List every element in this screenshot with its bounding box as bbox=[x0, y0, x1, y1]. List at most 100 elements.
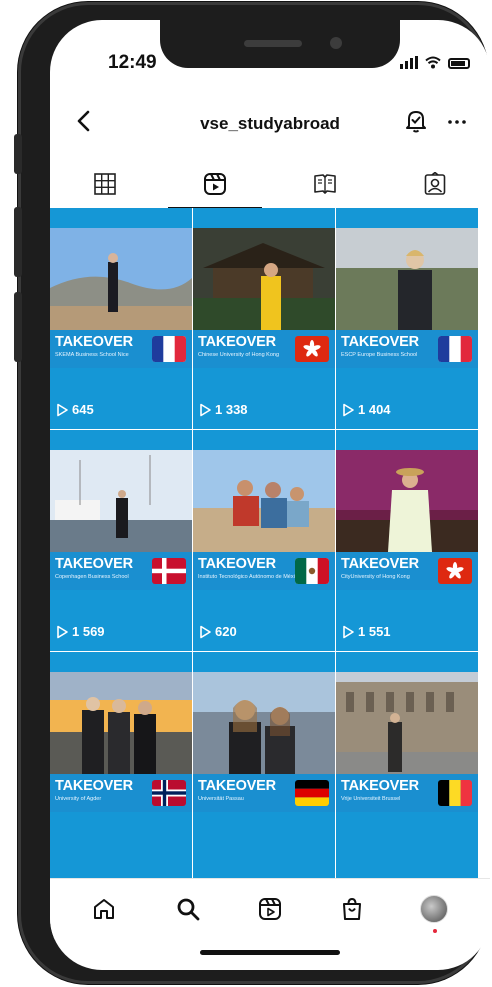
hongkong-flag-icon bbox=[438, 558, 472, 584]
takeover-banner: TAKEOVER SKEMA Business School Nice bbox=[50, 330, 192, 368]
status-icons bbox=[400, 56, 470, 69]
takeover-label: TAKEOVER bbox=[198, 778, 276, 794]
avatar bbox=[420, 895, 448, 923]
school-name: Instituto Tecnológico Autónomo de México bbox=[198, 574, 301, 580]
view-count-number: 1 338 bbox=[215, 402, 248, 417]
volume-up-button bbox=[14, 207, 22, 277]
tab-guides[interactable] bbox=[270, 160, 380, 208]
profile-header: vse_studyabroad bbox=[50, 108, 490, 144]
notification-bell-icon[interactable] bbox=[404, 108, 428, 134]
takeover-label: TAKEOVER bbox=[341, 334, 419, 350]
france-flag-icon bbox=[438, 336, 472, 362]
play-icon bbox=[200, 625, 211, 638]
play-icon bbox=[343, 625, 354, 638]
takeover-label: TAKEOVER bbox=[55, 778, 133, 794]
mute-switch bbox=[14, 134, 22, 174]
view-count-number: 645 bbox=[72, 402, 94, 417]
takeover-banner: TAKEOVER Universität Passau bbox=[193, 774, 335, 812]
profile-tabs bbox=[50, 160, 490, 208]
view-count: 1 569 bbox=[56, 624, 105, 639]
wifi-icon bbox=[425, 56, 441, 69]
reel-tile[interactable]: TAKEOVER Chinese University of Hong Kong 1… bbox=[193, 208, 335, 429]
view-count: 645 bbox=[56, 402, 94, 417]
reel-thumbnail-photo bbox=[50, 450, 192, 552]
play-icon bbox=[57, 625, 68, 638]
takeover-banner: TAKEOVER CityUniversity of Hong Kong bbox=[336, 552, 478, 590]
reel-tile[interactable]: TAKEOVER SKEMA Business School Nice 645 bbox=[50, 208, 192, 429]
school-name: Universität Passau bbox=[198, 796, 244, 802]
takeover-banner: TAKEOVER University of Agder bbox=[50, 774, 192, 812]
belgium-flag-icon bbox=[438, 780, 472, 806]
takeover-banner: TAKEOVER Vrije Universiteit Brussel bbox=[336, 774, 478, 812]
play-icon bbox=[343, 403, 354, 416]
view-count: 1 551 bbox=[342, 624, 391, 639]
search-icon bbox=[177, 898, 200, 921]
screen: 12:49 vse_studyabroad TAKEOVER SKEMA Bus… bbox=[50, 20, 490, 970]
denmark-flag-icon bbox=[152, 558, 186, 584]
takeover-banner: TAKEOVER Copenhagen Business School bbox=[50, 552, 192, 590]
germany-flag-icon bbox=[295, 780, 329, 806]
reel-tile[interactable]: TAKEOVER Vrije Universiteit Brussel bbox=[336, 652, 478, 878]
reel-tile[interactable]: TAKEOVER University of Agder bbox=[50, 652, 192, 878]
view-count-number: 1 404 bbox=[358, 402, 391, 417]
reel-tile[interactable]: TAKEOVER Instituto Tecnológico Autónomo d… bbox=[193, 430, 335, 651]
nav-profile[interactable] bbox=[416, 891, 452, 933]
view-count-number: 620 bbox=[215, 624, 237, 639]
france-flag-icon bbox=[152, 336, 186, 362]
mexico-flag-icon bbox=[295, 558, 329, 584]
reel-thumbnail-photo bbox=[193, 228, 335, 330]
reel-tile[interactable]: TAKEOVER Copenhagen Business School 1 569 bbox=[50, 430, 192, 651]
nav-reels[interactable] bbox=[252, 891, 288, 927]
nav-search[interactable] bbox=[170, 891, 206, 927]
reel-thumbnail-photo bbox=[193, 672, 335, 774]
view-count-number: 1 569 bbox=[72, 624, 105, 639]
reel-thumbnail-photo bbox=[50, 672, 192, 774]
view-count-number: 1 551 bbox=[358, 624, 391, 639]
reels-icon bbox=[204, 173, 226, 195]
reel-thumbnail-photo bbox=[50, 228, 192, 330]
front-camera bbox=[330, 37, 342, 49]
takeover-label: TAKEOVER bbox=[198, 556, 276, 572]
tab-grid[interactable] bbox=[50, 160, 160, 208]
notification-dot bbox=[433, 929, 437, 933]
reel-tile[interactable]: TAKEOVER CityUniversity of Hong Kong 1 551 bbox=[336, 430, 478, 651]
play-icon bbox=[200, 403, 211, 416]
home-indicator bbox=[200, 950, 340, 955]
reel-tile[interactable]: TAKEOVER ESCP Europe Business School 1 404 bbox=[336, 208, 478, 429]
status-time: 12:49 bbox=[108, 52, 157, 73]
volume-down-button bbox=[14, 292, 22, 362]
hongkong-flag-icon bbox=[295, 336, 329, 362]
tab-tagged[interactable] bbox=[380, 160, 490, 208]
reels-icon bbox=[259, 898, 281, 920]
bottom-navigation bbox=[50, 878, 490, 940]
reel-tile[interactable]: TAKEOVER Universität Passau bbox=[193, 652, 335, 878]
school-name: Copenhagen Business School bbox=[55, 574, 129, 580]
takeover-label: TAKEOVER bbox=[198, 334, 276, 350]
school-name: CityUniversity of Hong Kong bbox=[341, 574, 410, 580]
reel-thumbnail-photo bbox=[336, 228, 478, 330]
school-name: ESCP Europe Business School bbox=[341, 352, 418, 358]
shop-icon bbox=[343, 897, 361, 920]
more-options-icon[interactable] bbox=[448, 120, 466, 124]
reels-grid: TAKEOVER SKEMA Business School Nice 645 TAK… bbox=[50, 208, 490, 878]
school-name: Chinese University of Hong Kong bbox=[198, 352, 280, 358]
nav-home[interactable] bbox=[86, 891, 122, 927]
speaker bbox=[244, 40, 302, 47]
tagged-icon bbox=[424, 172, 446, 195]
norway-flag-icon bbox=[152, 780, 186, 806]
takeover-label: TAKEOVER bbox=[55, 334, 133, 350]
takeover-banner: TAKEOVER ESCP Europe Business School bbox=[336, 330, 478, 368]
battery-icon bbox=[448, 58, 470, 69]
nav-shop[interactable] bbox=[334, 891, 370, 927]
reel-thumbnail-photo bbox=[336, 672, 478, 774]
home-icon bbox=[94, 899, 114, 919]
school-name: Vrije Universiteit Brussel bbox=[341, 796, 401, 802]
grid-icon bbox=[94, 173, 116, 195]
notch bbox=[160, 20, 400, 68]
school-name: SKEMA Business School Nice bbox=[55, 352, 129, 358]
takeover-label: TAKEOVER bbox=[341, 556, 419, 572]
takeover-label: TAKEOVER bbox=[55, 556, 133, 572]
school-name: University of Agder bbox=[55, 796, 102, 802]
guides-icon bbox=[314, 174, 336, 194]
tab-reels[interactable] bbox=[160, 160, 270, 208]
